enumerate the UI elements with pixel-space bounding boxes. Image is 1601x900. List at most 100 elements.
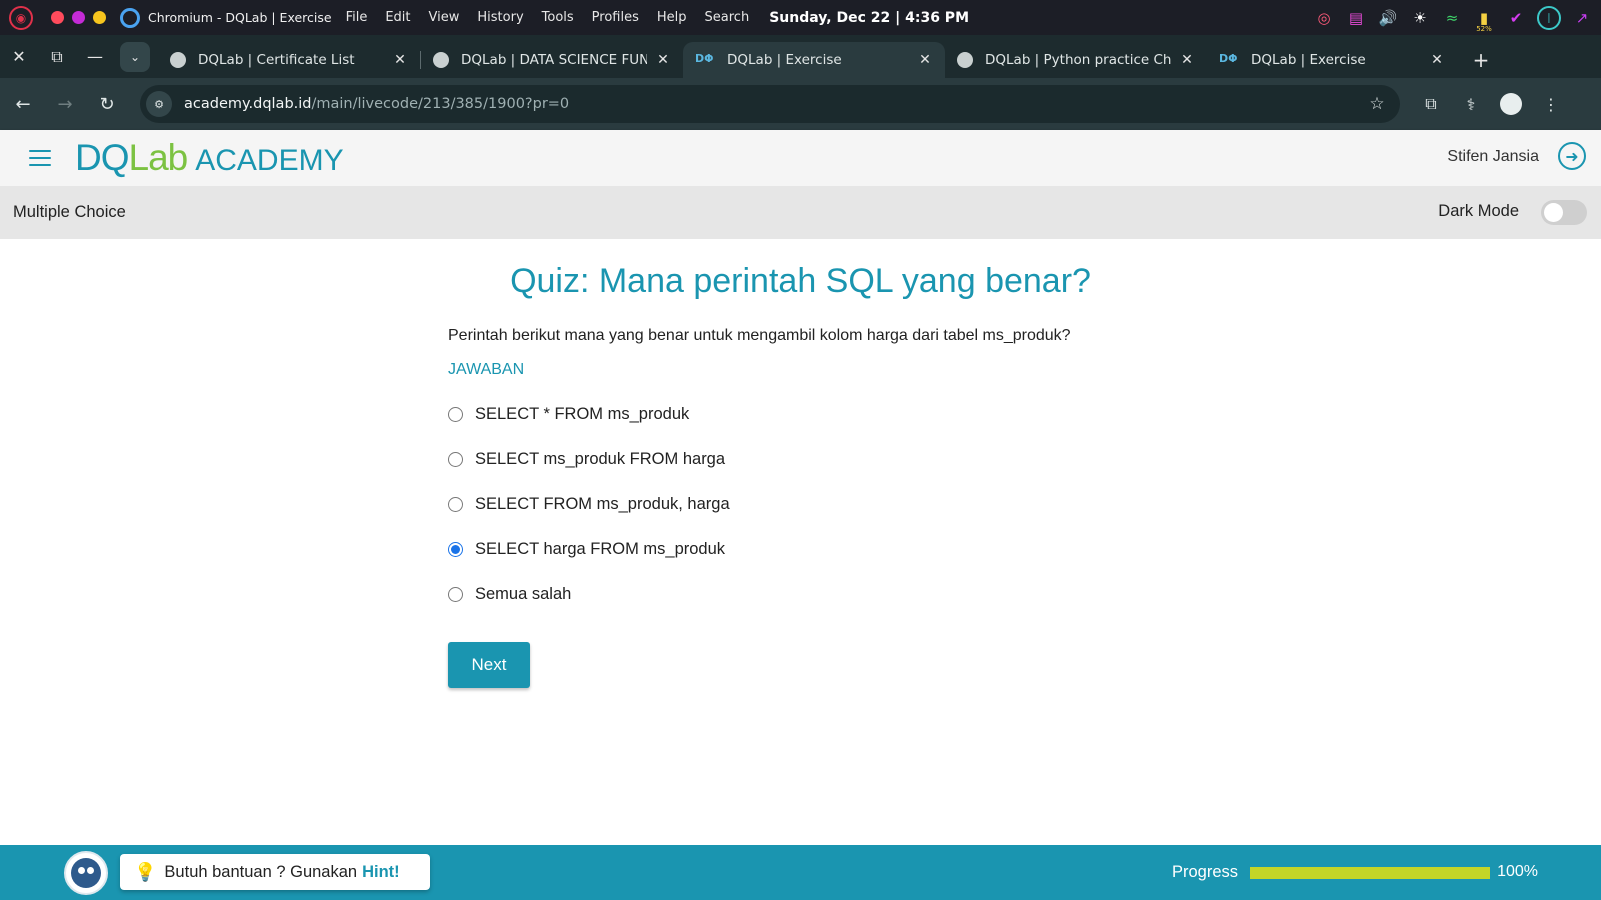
lightbulb-icon: 💡 xyxy=(134,861,157,882)
tab-close-icon[interactable]: ✕ xyxy=(1429,52,1445,68)
mascot-face-icon xyxy=(71,858,101,888)
new-tab-plus-icon[interactable]: + xyxy=(1463,42,1499,78)
answer-option-label: SELECT FROM ms_produk, harga xyxy=(475,495,730,513)
focus-icon[interactable]: ◎ xyxy=(1313,7,1335,29)
tab-data-science-fund[interactable]: DQLab | DATA SCIENCE FUND ✕ xyxy=(421,42,683,78)
tab-title: DQLab | Certificate List xyxy=(198,52,355,68)
os-menu-bar: File Edit View History Tools Profiles He… xyxy=(346,10,750,25)
bookmark-star-icon[interactable]: ☆ xyxy=(1362,94,1392,114)
exercise-type-label: Multiple Choice xyxy=(13,203,126,221)
radio-button[interactable] xyxy=(448,497,463,512)
close-window-icon[interactable] xyxy=(51,11,64,24)
exercise-subheader: Multiple Choice Dark Mode xyxy=(0,186,1601,239)
hamburger-menu-icon[interactable] xyxy=(29,150,51,166)
extensions-icon[interactable]: ⧉ xyxy=(1414,87,1448,121)
browser-toolbar: ← → ↻ ⚙ academy.dqlab.id/main/livecode/2… xyxy=(0,78,1601,130)
menu-profiles[interactable]: Profiles xyxy=(592,10,639,25)
tab-close-icon[interactable]: ✕ xyxy=(917,52,933,68)
menu-history[interactable]: History xyxy=(477,10,523,25)
system-tray: ◎ ▤ 🔊 ☀ ≈ ▮ 52% ✔ ∣ ↗ xyxy=(1313,6,1593,33)
radio-button-checked[interactable] xyxy=(448,542,463,557)
dqlab-icon: DΦ xyxy=(695,52,714,65)
menu-search[interactable]: Search xyxy=(705,10,750,25)
answer-label: JAWABAN xyxy=(448,361,525,378)
tab-title: DQLab | Exercise xyxy=(727,52,842,68)
answer-option-label: SELECT * FROM ms_produk xyxy=(475,405,690,423)
quiz-question: Perintah berikut mana yang benar untuk m… xyxy=(448,327,1071,344)
answer-option[interactable]: Semua salah xyxy=(448,572,730,617)
tab-certificate-list[interactable]: DQLab | Certificate List ✕ xyxy=(158,42,420,78)
logout-icon[interactable]: ➜ xyxy=(1558,142,1586,170)
power-icon[interactable]: ∣ xyxy=(1537,6,1561,30)
minimize-window-icon[interactable] xyxy=(72,11,85,24)
answer-option[interactable]: SELECT FROM ms_produk, harga xyxy=(448,482,730,527)
restore-icon[interactable]: ⧉ xyxy=(38,35,76,78)
battery-percent: 52% xyxy=(1476,25,1492,33)
tab-close-icon[interactable]: ✕ xyxy=(392,52,408,68)
dark-mode-label: Dark Mode xyxy=(1438,202,1519,220)
dqlab-academy-logo[interactable]: DQ Lab ACADEMY xyxy=(75,137,344,179)
radio-button[interactable] xyxy=(448,452,463,467)
mascot-avatar[interactable] xyxy=(64,851,108,895)
progress-bar xyxy=(1250,867,1490,879)
answer-option-selected[interactable]: SELECT harga FROM ms_produk xyxy=(448,527,730,572)
activity-icon[interactable]: ↗ xyxy=(1571,7,1593,29)
toolbar-actions: ⧉ ⚕ ⋮ xyxy=(1414,87,1568,121)
dqlab-icon: DΦ xyxy=(1219,52,1238,65)
hint-text: Butuh bantuan ? Gunakan xyxy=(164,862,358,881)
back-arrow-icon[interactable]: ← xyxy=(4,85,42,123)
close-icon[interactable]: ✕ xyxy=(0,35,38,78)
wifi-icon[interactable]: ≈ xyxy=(1441,7,1463,29)
next-button[interactable]: Next xyxy=(448,642,530,688)
globe-icon xyxy=(170,52,186,68)
tab-exercise-active[interactable]: DΦ DQLab | Exercise ✕ xyxy=(683,42,945,78)
profile-avatar-icon[interactable] xyxy=(1494,87,1528,121)
menu-file[interactable]: File xyxy=(346,10,368,25)
tab-title: DQLab | Exercise xyxy=(1251,52,1366,68)
menu-edit[interactable]: Edit xyxy=(385,10,410,25)
progress-value: 100% xyxy=(1497,863,1538,880)
logo-academy: ACADEMY xyxy=(195,144,344,177)
user-name[interactable]: Stifen Jansia xyxy=(1447,148,1539,166)
tab-python-practice[interactable]: DQLab | Python practice Cha ✕ xyxy=(945,42,1207,78)
site-info-icon[interactable]: ⚙ xyxy=(146,91,172,117)
tab-close-icon[interactable]: ✕ xyxy=(655,52,671,68)
hint-word: Hint! xyxy=(362,862,400,881)
minimize-icon[interactable]: — xyxy=(76,35,114,78)
notes-icon[interactable]: ▤ xyxy=(1345,7,1367,29)
menu-help[interactable]: Help xyxy=(657,10,687,25)
url-text[interactable]: academy.dqlab.id/main/livecode/213/385/1… xyxy=(184,96,1362,112)
tab-search-chevron-icon[interactable]: ⌄ xyxy=(120,42,150,72)
tab-title: DQLab | Python practice Cha xyxy=(985,52,1171,68)
more-menu-icon[interactable]: ⋮ xyxy=(1534,87,1568,121)
quiz-title: Quiz: Mana perintah SQL yang benar? xyxy=(510,262,1091,300)
brightness-icon[interactable]: ☀ xyxy=(1409,7,1431,29)
tab-exercise[interactable]: DΦ DQLab | Exercise ✕ xyxy=(1207,42,1457,78)
tab-title: DQLab | DATA SCIENCE FUND xyxy=(461,52,647,68)
answer-option-label: SELECT harga FROM ms_produk xyxy=(475,540,726,558)
toggle-knob xyxy=(1544,203,1563,222)
url-path: /main/livecode/213/385/1900?pr=0 xyxy=(311,96,570,112)
forward-arrow-icon[interactable]: → xyxy=(46,85,84,123)
battery-icon[interactable]: ▮ 52% xyxy=(1473,7,1495,33)
dark-mode-toggle[interactable] xyxy=(1541,200,1587,225)
chevron-down-icon[interactable]: ✔ xyxy=(1505,7,1527,29)
address-bar[interactable]: ⚙ academy.dqlab.id/main/livecode/213/385… xyxy=(140,85,1400,123)
menu-view[interactable]: View xyxy=(429,10,460,25)
radio-button[interactable] xyxy=(448,407,463,422)
os-logo-icon[interactable]: ◉ xyxy=(9,5,33,30)
menu-tools[interactable]: Tools xyxy=(542,10,574,25)
url-host: academy.dqlab.id xyxy=(184,96,312,112)
tab-close-icon[interactable]: ✕ xyxy=(1179,52,1195,68)
volume-icon[interactable]: 🔊 xyxy=(1377,7,1399,29)
hint-button[interactable]: 💡 Butuh bantuan ? Gunakan Hint! xyxy=(120,854,430,890)
radio-button[interactable] xyxy=(448,587,463,602)
answer-option[interactable]: SELECT * FROM ms_produk xyxy=(448,392,730,437)
os-clock[interactable]: Sunday, Dec 22 | 4:36 PM xyxy=(769,10,969,26)
logo-dq: DQ xyxy=(75,137,129,178)
labs-flask-icon[interactable]: ⚕ xyxy=(1454,87,1488,121)
answer-option-label: Semua salah xyxy=(475,585,572,603)
maximize-window-icon[interactable] xyxy=(93,11,106,24)
answer-option[interactable]: SELECT ms_produk FROM harga xyxy=(448,437,730,482)
reload-icon[interactable]: ↻ xyxy=(88,85,126,123)
